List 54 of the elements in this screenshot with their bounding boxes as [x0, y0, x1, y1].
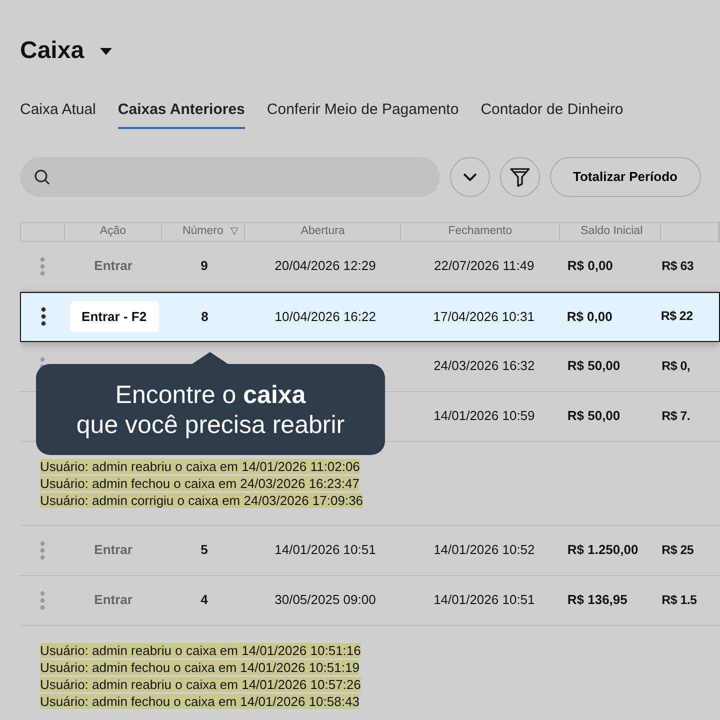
- table-cell-text: 30/05/2025 09:00: [274, 591, 376, 610]
- tab[interactable]: Caixa Atual: [20, 99, 96, 128]
- column-header[interactable]: Abertura: [300, 222, 345, 240]
- more-icon[interactable]: [40, 307, 46, 326]
- table-cell-text: 14/01/2026 10:59: [434, 407, 535, 426]
- tab[interactable]: Caixas Anteriores: [118, 99, 245, 128]
- column-header[interactable]: Saldo Inicial: [580, 222, 643, 240]
- search-field[interactable]: [20, 156, 440, 196]
- table-cell-text: R$ 0,00: [566, 308, 612, 326]
- table-cell-text: 24/03/2026 16:32: [434, 357, 535, 376]
- column-header[interactable]: Fechamento: [448, 222, 512, 240]
- column-header[interactable]: Número: [182, 222, 224, 240]
- tab[interactable]: Contador de Dinheiro: [480, 99, 624, 128]
- page-title: Caixa: [20, 36, 84, 66]
- table-cell-text: 4: [200, 591, 208, 610]
- caret-icon[interactable]: [100, 48, 112, 54]
- enter-link[interactable]: Entrar: [94, 256, 132, 276]
- chevron-down-icon: [463, 172, 477, 180]
- filter-button[interactable]: [500, 156, 540, 196]
- table-cell-text: R$ 136,95: [567, 591, 628, 610]
- table-row[interactable]: Entrar 4 30/05/2025 09:00 14/01/2026 10:51 R$ 136,95 R$ 1.5: [20, 576, 720, 626]
- table-cell-text: 14/01/2026 10:52: [434, 541, 535, 560]
- table-cell-text: R$ 63: [662, 258, 694, 275]
- table-row[interactable]: Entrar 5 14/01/2026 10:51 14/01/2026 10:52 R$ 1.250,00 R$ 25: [20, 526, 720, 576]
- totalize-button[interactable]: Totalizar Período: [550, 156, 700, 196]
- table-cell-text: 5: [200, 541, 208, 560]
- table-cell-text: 8: [201, 308, 208, 326]
- enter-button[interactable]: Entrar - F2: [70, 300, 159, 332]
- table-cell-text: R$ 0,00: [567, 257, 613, 276]
- tooltip-text: que você precisa reabrir: [75, 410, 346, 440]
- table-cell-text: R$ 0,: [662, 358, 690, 375]
- table-cell-text: 14/01/2026 10:51: [274, 541, 376, 560]
- table-cell-text: 9: [200, 257, 208, 276]
- table-cell-text: R$ 25: [662, 542, 694, 559]
- table-cell-text: R$ 1.5: [662, 592, 697, 609]
- dropdown-button[interactable]: [450, 156, 490, 196]
- table-cell-text: 14/01/2026 10:51: [434, 591, 535, 610]
- enter-link[interactable]: Entrar: [94, 540, 132, 560]
- table-cell-text: 10/04/2026 16:22: [274, 308, 376, 326]
- enter-link[interactable]: Entrar: [94, 590, 132, 610]
- filter-icon: [510, 166, 530, 186]
- selected-row[interactable]: Entrar - F2 8 10/04/2026 16:22 17/04/2026 10:31 R$ 0,00 R$ 22: [20, 292, 720, 342]
- table-cell-text: R$ 1.250,00: [567, 541, 638, 560]
- table-cell-text: R$ 7.: [662, 408, 690, 425]
- search-icon: [34, 168, 50, 184]
- table-cell-text: R$ 50,00: [567, 407, 620, 426]
- table-cell-text: 20/04/2026 12:29: [274, 257, 376, 276]
- sort-icon[interactable]: ▽: [230, 224, 238, 239]
- table-cell-text: 17/04/2026 10:31: [433, 308, 534, 326]
- table-cell-text: R$ 50,00: [567, 357, 620, 376]
- table-cell-text: R$ 22: [660, 308, 693, 326]
- tab[interactable]: Conferir Meio de Pagamento: [266, 99, 459, 128]
- column-header[interactable]: Ação: [100, 222, 126, 240]
- table-cell-text: 22/07/2026 11:49: [434, 257, 534, 276]
